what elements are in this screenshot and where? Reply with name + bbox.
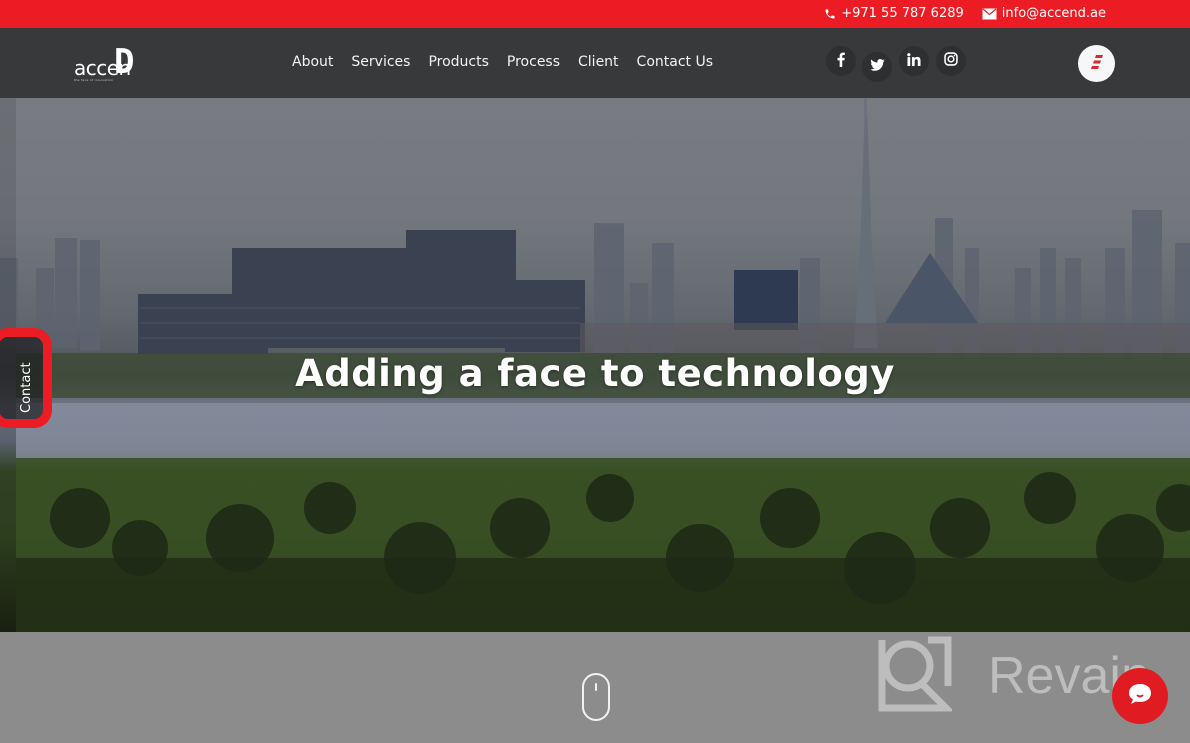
- hero-title: Adding a face to technology: [295, 352, 895, 395]
- phone-icon: [824, 8, 836, 20]
- main-nav: About Services Products Process Client C…: [292, 54, 713, 70]
- email-link[interactable]: info@accend.ae: [982, 6, 1106, 21]
- contact-side-tab[interactable]: Contact: [0, 328, 52, 428]
- hamburger-menu-icon: [1089, 54, 1105, 74]
- chat-bubble-icon: [1127, 681, 1153, 711]
- phone-number: +971 55 787 6289: [841, 6, 964, 21]
- email-address: info@accend.ae: [1001, 6, 1106, 21]
- mouse-wheel: [595, 683, 597, 691]
- accend-logo[interactable]: accen D the face of innovation: [74, 42, 138, 84]
- nav-client[interactable]: Client: [578, 54, 619, 70]
- logo-tagline: the face of innovation: [74, 78, 114, 82]
- mouse-scroll-icon[interactable]: [582, 673, 610, 721]
- facebook-icon: [836, 52, 846, 71]
- contact-side-tab-label: Contact: [19, 362, 34, 413]
- instagram-icon: [944, 52, 958, 70]
- nav-contact-us[interactable]: Contact Us: [637, 54, 713, 70]
- twitter-link[interactable]: [862, 52, 892, 82]
- phone-link[interactable]: +971 55 787 6289: [824, 6, 964, 21]
- twitter-icon: [869, 59, 885, 75]
- hero-banner: Adding a face to technology: [0, 98, 1190, 632]
- page: +971 55 787 6289 info@accend.ae accen D …: [0, 0, 1190, 743]
- envelope-icon: [982, 8, 997, 20]
- logo-letter: D: [114, 42, 135, 82]
- contact-info: +971 55 787 6289 info@accend.ae: [824, 6, 1106, 21]
- social-links: [826, 46, 976, 86]
- chat-button[interactable]: [1112, 668, 1168, 724]
- top-contact-bar: +971 55 787 6289 info@accend.ae: [0, 0, 1190, 28]
- menu-button[interactable]: [1078, 45, 1115, 82]
- site-header: accen D the face of innovation About Ser…: [0, 28, 1190, 98]
- nav-products[interactable]: Products: [428, 54, 488, 70]
- instagram-link[interactable]: [936, 46, 966, 76]
- nav-services[interactable]: Services: [351, 54, 410, 70]
- nav-about[interactable]: About: [292, 54, 333, 70]
- linkedin-link[interactable]: [899, 46, 929, 76]
- facebook-link[interactable]: [826, 46, 856, 76]
- linkedin-icon: [907, 52, 921, 70]
- revain-logo-icon: [878, 636, 952, 712]
- nav-process[interactable]: Process: [507, 54, 560, 70]
